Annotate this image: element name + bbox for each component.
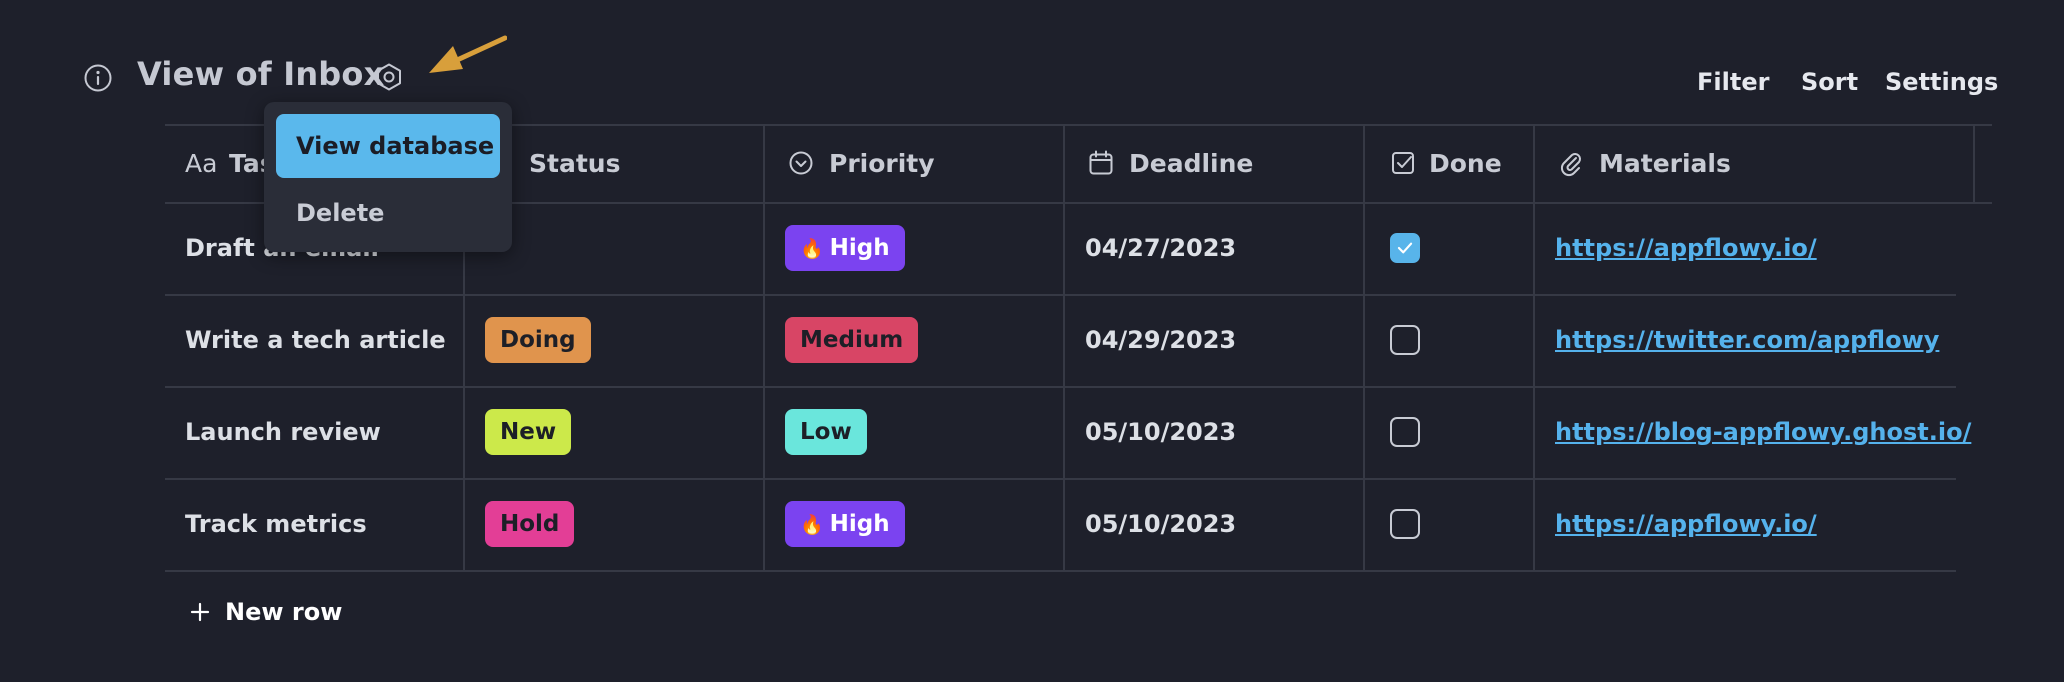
status-tag[interactable]: New <box>485 409 572 455</box>
materials-link[interactable]: https://appflowy.io/ <box>1555 234 1817 262</box>
gear-hexagon-icon[interactable] <box>374 62 404 92</box>
column-header-priority[interactable]: Priority <box>829 149 935 178</box>
task-cell[interactable]: Track metrics <box>185 510 367 538</box>
column-header-materials[interactable]: Materials <box>1599 149 1731 178</box>
deadline-cell[interactable]: 04/27/2023 <box>1085 234 1236 262</box>
filter-button[interactable]: Filter <box>1697 68 1769 96</box>
database-view-page: View of Inbox Filter Sort Settings Aa Ta… <box>0 0 2064 682</box>
task-cell[interactable]: Write a tech article <box>185 326 446 354</box>
priority-label: High <box>829 511 890 537</box>
delete-menu-item[interactable]: Delete <box>276 186 500 240</box>
checkbox-icon <box>1392 152 1414 174</box>
status-tag[interactable]: Hold <box>485 501 575 547</box>
column-header-done[interactable]: Done <box>1429 149 1502 178</box>
done-checkbox[interactable] <box>1390 509 1420 539</box>
view-database-menu-item[interactable]: View database <box>276 114 500 178</box>
new-row-label: New row <box>225 598 343 626</box>
done-checkbox[interactable] <box>1390 325 1420 355</box>
calendar-icon <box>1089 150 1113 175</box>
annotation-arrow-icon <box>429 35 507 73</box>
fire-icon: 🔥 <box>800 513 824 536</box>
materials-link[interactable]: https://blog-appflowy.ghost.io/ <box>1555 418 1971 446</box>
settings-button[interactable]: Settings <box>1885 68 1998 96</box>
status-tag[interactable]: Doing <box>485 317 591 363</box>
done-checkbox[interactable] <box>1390 417 1420 447</box>
deadline-cell[interactable]: 05/10/2023 <box>1085 510 1236 538</box>
info-icon[interactable] <box>83 63 113 93</box>
paperclip-icon <box>1560 153 1581 177</box>
priority-tag[interactable]: 🔥 High <box>785 501 905 547</box>
materials-link[interactable]: https://appflowy.io/ <box>1555 510 1817 538</box>
deadline-cell[interactable]: 04/29/2023 <box>1085 326 1236 354</box>
priority-tag[interactable]: Low <box>785 409 867 455</box>
priority-tag[interactable]: Medium <box>785 317 919 363</box>
column-header-status[interactable]: Status <box>529 149 620 178</box>
deadline-cell[interactable]: 05/10/2023 <box>1085 418 1236 446</box>
plus-icon <box>190 602 210 622</box>
task-cell[interactable]: Launch review <box>185 418 381 446</box>
priority-label: High <box>829 235 890 261</box>
sort-button[interactable]: Sort <box>1801 68 1858 96</box>
fire-icon: 🔥 <box>800 237 824 260</box>
column-header-deadline[interactable]: Deadline <box>1129 149 1253 178</box>
new-row-button[interactable]: New row <box>189 596 342 628</box>
text-icon: Aa <box>185 149 218 178</box>
priority-tag[interactable]: 🔥 High <box>785 225 905 271</box>
view-title: View of Inbox <box>137 55 385 93</box>
check-icon <box>1397 242 1413 254</box>
done-checkbox-checked[interactable] <box>1390 233 1420 263</box>
view-options-menu: View database Delete <box>264 102 512 252</box>
priority-icon <box>789 151 813 175</box>
materials-link[interactable]: https://twitter.com/appflowy <box>1555 326 1939 354</box>
